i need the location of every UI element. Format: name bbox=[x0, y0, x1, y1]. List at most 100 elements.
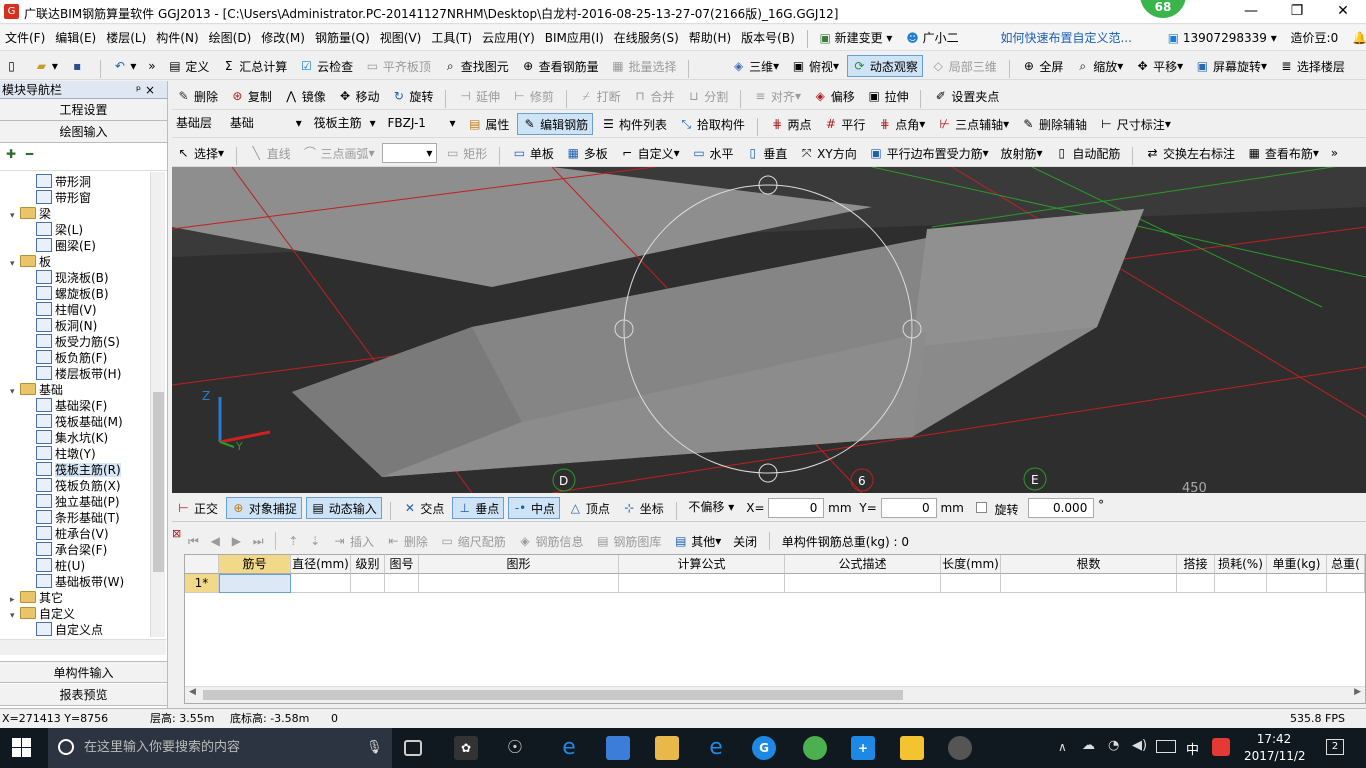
three-point-axis-button[interactable]: ⊬ 三点辅轴 ▾ bbox=[933, 113, 1013, 135]
menu-view[interactable]: 视图(V) bbox=[375, 25, 427, 51]
tree-item[interactable]: 现浇板(B) bbox=[36, 270, 109, 286]
menu-draw[interactable]: 绘图(D) bbox=[204, 25, 257, 51]
tree-item[interactable]: 桩承台(V) bbox=[36, 526, 109, 542]
column-header[interactable]: 公式描述 bbox=[785, 555, 941, 574]
y-input[interactable]: 0 bbox=[880, 498, 937, 518]
report-preview-button[interactable]: 报表预览 bbox=[0, 684, 167, 706]
drawing-input-button[interactable]: 绘图输入 bbox=[0, 121, 167, 143]
rotate-button[interactable]: ↻ 旋转 bbox=[387, 85, 437, 107]
tree-item[interactable]: 楼层板带(H) bbox=[36, 366, 121, 382]
bell-icon[interactable]: 🔔 bbox=[1347, 25, 1366, 51]
offset-button[interactable]: ◈ 偏移 bbox=[809, 85, 859, 107]
project-settings-button[interactable]: 工程设置 bbox=[0, 99, 167, 121]
tree-item[interactable]: 独立基础(P) bbox=[36, 494, 120, 510]
single-input-button[interactable]: 单构件输入 bbox=[0, 661, 167, 683]
undo-button[interactable]: ↶ ▾ bbox=[108, 55, 140, 77]
keyboard-icon[interactable] bbox=[1156, 740, 1176, 753]
scroll-right-icon[interactable]: ▶ bbox=[1354, 687, 1361, 697]
auto-rebar-button[interactable]: ▯ 自动配筋 bbox=[1050, 142, 1124, 164]
trim-button[interactable]: ⊢ 修剪 bbox=[508, 85, 558, 107]
nav-pin-close[interactable]: ᵖ × bbox=[136, 81, 155, 99]
tree-item[interactable]: 柱帽(V) bbox=[36, 302, 97, 318]
table-cell[interactable] bbox=[1327, 574, 1365, 593]
menu-version[interactable]: 版本号(B) bbox=[736, 25, 800, 51]
table-cell[interactable] bbox=[785, 574, 941, 593]
top-view-button[interactable]: ▣ 俯视 ▾ bbox=[787, 55, 843, 77]
tree-item[interactable]: 板负筋(F) bbox=[36, 350, 107, 366]
tree-item[interactable]: 筏板基础(M) bbox=[36, 414, 123, 430]
collapse-all-icon[interactable]: ━ bbox=[26, 147, 33, 161]
midpoint-snap[interactable]: -• 中点 bbox=[508, 497, 561, 519]
table-cell[interactable] bbox=[419, 574, 619, 593]
horizontal-button[interactable]: ▭ 水平 bbox=[687, 142, 737, 164]
column-header[interactable]: 筋号 bbox=[219, 555, 291, 574]
column-header[interactable]: 图形 bbox=[419, 555, 619, 574]
cloud-check-button[interactable]: ☑ 云检查 bbox=[295, 55, 357, 77]
close-panel-icon[interactable]: ⊠ bbox=[172, 527, 184, 540]
table-cell[interactable] bbox=[619, 574, 785, 593]
rebar-info-button[interactable]: ◈ 钢筋信息 bbox=[514, 530, 588, 552]
plus-app-icon[interactable]: + bbox=[851, 736, 875, 760]
single-slab-button[interactable]: ▭ 单板 bbox=[508, 142, 558, 164]
table-cell[interactable] bbox=[1267, 574, 1327, 593]
tree-item[interactable]: 柱墩(Y) bbox=[36, 446, 96, 462]
tree-folder[interactable]: ▾ 基础 bbox=[10, 382, 63, 398]
scroll-left-icon[interactable]: ◀ bbox=[189, 687, 196, 697]
maximize-button[interactable]: ❐ bbox=[1274, 0, 1320, 24]
coordinate-snap[interactable]: ⊹ 坐标 bbox=[618, 497, 668, 519]
select-button[interactable]: ↖ 选择 ▾ bbox=[172, 142, 228, 164]
align-slab-top-button[interactable]: ▭ 平齐板顶 bbox=[361, 55, 435, 77]
split-button[interactable]: ⊔ 分割 bbox=[682, 85, 732, 107]
first-row-button[interactable]: ⏮ bbox=[184, 530, 203, 552]
clock-time[interactable]: 17:42 bbox=[1244, 732, 1304, 746]
user-account[interactable]: ▣ 13907298339 ▾ bbox=[1163, 25, 1282, 51]
table-cell[interactable] bbox=[351, 574, 385, 593]
parallel-button[interactable]: # 平行 bbox=[819, 113, 869, 135]
tree-item[interactable]: 筏板负筋(X) bbox=[36, 478, 121, 494]
select-floor-button[interactable]: ≣ 选择楼层 bbox=[1275, 55, 1349, 77]
tree-item[interactable]: 自定义点 bbox=[36, 622, 103, 637]
perpendicular-snap[interactable]: ⊥ 垂点 bbox=[452, 497, 505, 519]
intersection-snap[interactable]: ✕ 交点 bbox=[398, 497, 448, 519]
tree-horizontal-scrollbar[interactable] bbox=[0, 639, 166, 655]
two-points-button[interactable]: ⋕ 两点 bbox=[766, 113, 816, 135]
type-select[interactable]: 筏板主筋 ▾ bbox=[310, 114, 380, 134]
column-header[interactable]: 长度(mm) bbox=[941, 555, 1001, 574]
menu-floor[interactable]: 楼层(L) bbox=[101, 25, 151, 51]
tree-item[interactable]: 梁(L) bbox=[36, 222, 83, 238]
table-cell[interactable] bbox=[1215, 574, 1267, 593]
3d-viewport[interactable]: D 6 E 450 Z Y bbox=[172, 167, 1366, 493]
menu-tools[interactable]: 工具(T) bbox=[426, 25, 477, 51]
spiral-app-icon[interactable]: ☉ bbox=[503, 736, 527, 760]
edit-rebar-button[interactable]: ✎ 编辑钢筋 bbox=[517, 113, 594, 135]
move-button[interactable]: ✥ 移动 bbox=[334, 85, 384, 107]
offset-select[interactable]: 不偏移 ▾ bbox=[684, 498, 742, 518]
windows-start-icon[interactable] bbox=[12, 738, 32, 758]
delete-row-button[interactable]: ⇤ 删除 bbox=[382, 530, 432, 552]
table-cell[interactable] bbox=[385, 574, 419, 593]
rotate-input[interactable]: 0.000 bbox=[1028, 498, 1095, 518]
pan-button[interactable]: ✥ 平移 ▾ bbox=[1131, 55, 1187, 77]
clock-date[interactable]: 2017/11/2 bbox=[1244, 749, 1306, 763]
user-photo-icon[interactable] bbox=[948, 736, 972, 760]
xy-direction-button[interactable]: ⤧ XY方向 bbox=[795, 142, 861, 164]
scroll-thumb[interactable] bbox=[153, 392, 164, 572]
rebar-library-button[interactable]: ▤ 钢筋图库 bbox=[591, 530, 665, 552]
wifi-icon[interactable]: ◔ bbox=[1108, 738, 1119, 753]
tree-item[interactable]: 基础板带(W) bbox=[36, 574, 124, 590]
table-cell[interactable] bbox=[291, 574, 351, 593]
tree-item[interactable]: 圈梁(E) bbox=[36, 238, 96, 254]
vertex-snap[interactable]: △ 顶点 bbox=[564, 497, 614, 519]
pinwheel-app-icon[interactable]: ✿ bbox=[454, 736, 478, 760]
toolbar-overflow-button[interactable]: » bbox=[144, 55, 159, 77]
view-3d-button[interactable]: ◈ 三维 ▾ bbox=[727, 55, 783, 77]
column-header[interactable]: 图号 bbox=[385, 555, 419, 574]
x-input[interactable]: 0 bbox=[768, 498, 825, 518]
tree-item[interactable]: 带形窗 bbox=[36, 190, 91, 206]
stretch-button[interactable]: ▣ 拉伸 bbox=[863, 85, 913, 107]
other-button[interactable]: ▤ 其他 ▾ bbox=[669, 530, 725, 552]
pick-component-button[interactable]: ⤡ 拾取构件 bbox=[675, 113, 749, 135]
tree-item[interactable]: 板受力筋(S) bbox=[36, 334, 120, 350]
move-up-button[interactable]: ⇡ bbox=[284, 530, 302, 552]
merge-button[interactable]: ⊓ 合并 bbox=[628, 85, 678, 107]
